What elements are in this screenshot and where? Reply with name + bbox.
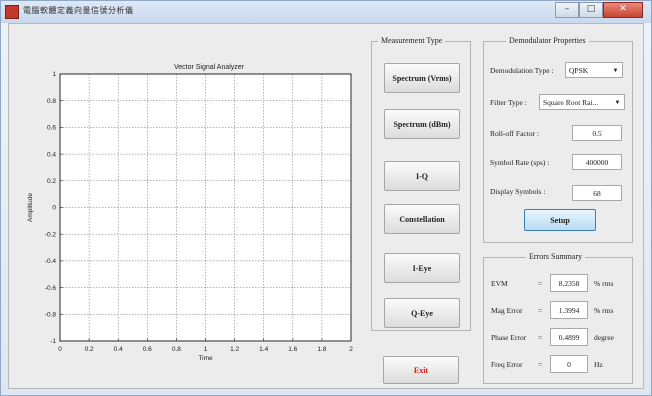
minimize-button[interactable]: – [555, 2, 579, 18]
i-eye-button[interactable]: I-Eye [384, 253, 460, 283]
display-symbols-input[interactable]: 68 [572, 185, 622, 201]
x-tick-label: 1.4 [259, 346, 268, 353]
window-controls: – □ ✕ [555, 2, 643, 18]
phase-error-label: Phase Error [491, 333, 527, 342]
setup-button[interactable]: Setup [524, 209, 596, 231]
y-axis-label: Amplitude [27, 193, 34, 222]
demodulator-properties-title: Demodulator Properties [506, 36, 589, 45]
rolloff-factor-input[interactable]: 0.5 [572, 125, 622, 141]
filter-type-label: Filter Type : [490, 98, 527, 107]
title-bar[interactable]: 電腦軟體定義向量信號分析儀 – □ ✕ [1, 1, 651, 23]
demodulation-type-value: QPSK [569, 66, 589, 75]
freq-error-value: 0 [550, 355, 588, 373]
evm-equals: = [538, 279, 543, 288]
y-tick-label: -0.2 [45, 231, 57, 238]
symbol-rate-input[interactable]: 400000 [572, 154, 622, 170]
y-tick-label: -1 [50, 338, 56, 345]
y-tick-label: -0.4 [45, 258, 57, 265]
x-tick-label: 0.8 [172, 346, 181, 353]
x-tick-label: 1.2 [230, 346, 239, 353]
demodulation-type-label: Demodulation Type : [490, 66, 554, 75]
demodulator-properties-group: Demodulator Properties Demodulation Type… [483, 36, 633, 243]
plot-panel: Vector Signal Analyzer 0 0.2 0.4 0.6 0.8 1 1.2… [9, 24, 369, 390]
y-tick-label: 0.6 [47, 125, 56, 132]
display-symbols-label: Display Symbols : [490, 187, 546, 196]
errors-summary-title: Errors Summary [526, 252, 586, 261]
y-tick-label: -0.8 [45, 312, 57, 319]
phase-error-unit: degree [594, 333, 614, 342]
evm-value: 8.2358 [550, 274, 588, 292]
phase-error-value: 0.4899 [550, 328, 588, 346]
mag-error-value: 1.3994 [550, 301, 588, 319]
x-tick-label: 1.6 [288, 346, 297, 353]
filter-type-select[interactable]: Square Root Rai... ▼ [539, 94, 625, 110]
phase-error-equals: = [538, 333, 543, 342]
rolloff-factor-label: Roll-off Factor : [490, 129, 540, 138]
symbol-rate-label: Symbol Rate (sps) : [490, 158, 550, 167]
evm-label: EVM [491, 279, 508, 288]
q-eye-button[interactable]: Q-Eye [384, 298, 460, 328]
x-tick-label: 0.6 [143, 346, 152, 353]
freq-error-equals: = [538, 360, 543, 369]
x-tick-label: 2 [349, 346, 353, 353]
y-tick-label: 1 [52, 71, 56, 78]
figure-client-area: Vector Signal Analyzer 0 0.2 0.4 0.6 0.8 1 1.2… [8, 23, 644, 389]
freq-error-label: Freq Error [491, 360, 523, 369]
mag-error-unit: % rms [594, 306, 614, 315]
mag-error-label: Mag Error [491, 306, 523, 315]
y-tick-label: 0.2 [47, 178, 56, 185]
measurement-type-group: Measurement Type Spectrum (Vrms) Spectru… [371, 36, 471, 331]
mag-error-equals: = [538, 306, 543, 315]
evm-unit: % rms [594, 279, 614, 288]
dropdown-arrow-icon: ▼ [614, 100, 621, 106]
y-tick-label: 0.8 [47, 98, 56, 105]
constellation-button[interactable]: Constellation [384, 204, 460, 234]
exit-button[interactable]: Exit [383, 356, 459, 384]
close-button[interactable]: ✕ [603, 2, 643, 18]
x-tick-label: 1.8 [317, 346, 326, 353]
errors-summary-group: Errors Summary EVM = 8.2358 % rms Mag Er… [483, 252, 633, 384]
app-window: 電腦軟體定義向量信號分析儀 – □ ✕ Vector Signal Analyz… [0, 0, 652, 396]
y-tick-label: -0.6 [45, 285, 57, 292]
x-tick-label: 0.2 [85, 346, 94, 353]
y-tick-label: 0 [52, 205, 56, 212]
demodulation-type-select[interactable]: QPSK ▼ [565, 62, 623, 78]
x-tick-label: 1 [204, 346, 208, 353]
spectrum-dbm-button[interactable]: Spectrum (dBm) [384, 109, 460, 139]
iq-button[interactable]: I-Q [384, 161, 460, 191]
x-tick-label: 0.4 [114, 346, 123, 353]
measurement-type-title: Measurement Type [378, 36, 446, 45]
filter-type-value: Square Root Rai... [543, 98, 599, 107]
x-tick-label: 0 [58, 346, 62, 353]
spectrum-vrms-button[interactable]: Spectrum (Vrms) [384, 63, 460, 93]
window-title: 電腦軟體定義向量信號分析儀 [23, 6, 134, 15]
y-tick-label: 0.4 [47, 151, 56, 158]
dropdown-arrow-icon: ▼ [612, 68, 619, 74]
axes[interactable]: 0 0.2 0.4 0.6 0.8 1 1.2 1.4 1.6 1.8 2 1 0.8 0.6 0.4 0.2… [9, 24, 369, 390]
x-axis-label: Time [198, 355, 213, 362]
freq-error-unit: Hz [594, 360, 603, 369]
app-icon [5, 5, 19, 19]
maximize-button[interactable]: □ [579, 2, 603, 18]
